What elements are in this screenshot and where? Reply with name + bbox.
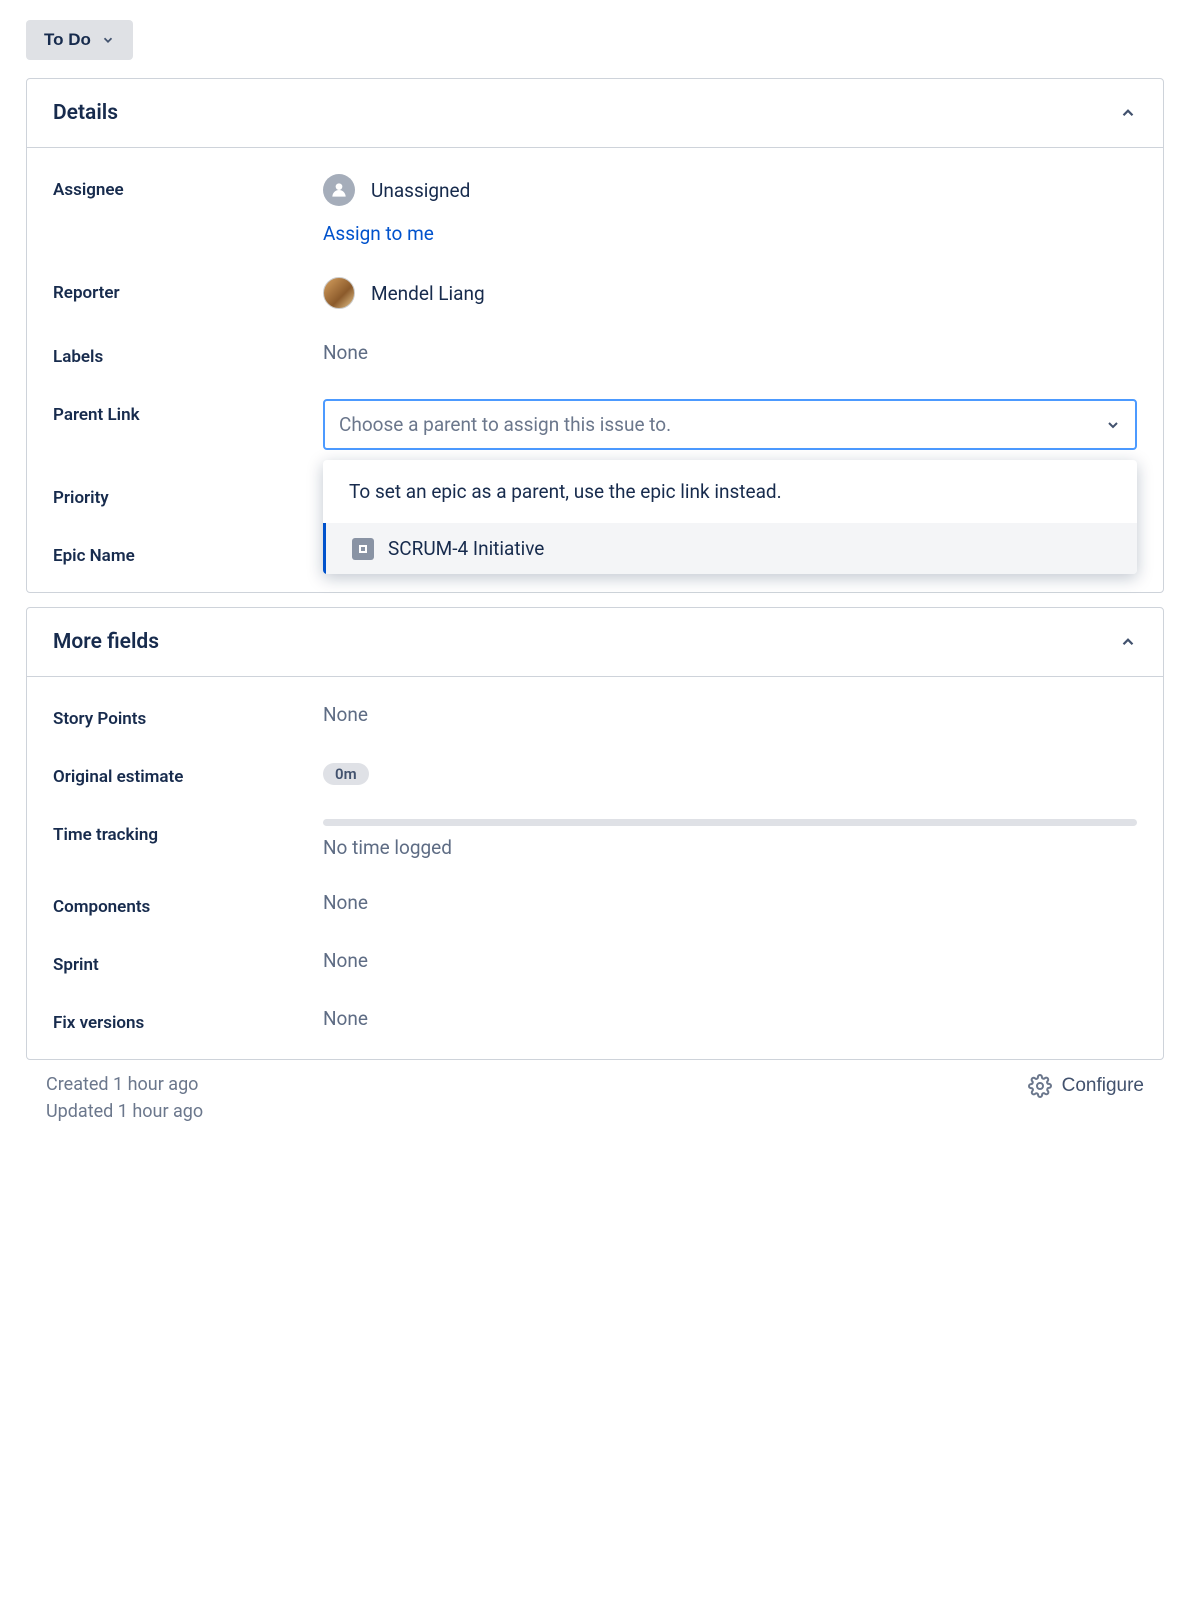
chevron-up-icon <box>1119 633 1137 651</box>
time-tracking-row: Time tracking No time logged <box>27 803 1163 875</box>
time-tracking-value: No time logged <box>323 836 452 859</box>
configure-label: Configure <box>1062 1075 1144 1097</box>
fix-versions-value[interactable]: None <box>323 1007 1137 1030</box>
priority-label: Priority <box>53 482 323 508</box>
original-estimate-value: 0m <box>323 763 369 785</box>
reporter-label: Reporter <box>53 277 323 303</box>
more-fields-panel: More fields Story Points None Original e… <box>26 607 1164 1060</box>
reporter-row: Reporter Mendel Liang <box>27 261 1163 325</box>
time-tracking-cell[interactable]: No time logged <box>323 819 1137 859</box>
more-fields-panel-header[interactable]: More fields <box>27 608 1163 677</box>
original-estimate-cell[interactable]: 0m <box>323 761 1137 785</box>
parent-link-placeholder: Choose a parent to assign this issue to. <box>339 413 671 436</box>
assignee-display[interactable]: Unassigned <box>323 174 1137 206</box>
reporter-display[interactable]: Mendel Liang <box>323 277 1137 309</box>
gear-icon <box>1028 1074 1052 1098</box>
person-icon <box>323 174 355 206</box>
parent-link-value-cell: Choose a parent to assign this issue to.… <box>323 399 1137 450</box>
reporter-value-cell: Mendel Liang <box>323 277 1137 309</box>
parent-link-row: Parent Link Choose a parent to assign th… <box>27 383 1163 466</box>
updated-timestamp: Updated 1 hour ago <box>46 1101 203 1122</box>
time-tracking-bar <box>323 819 1137 826</box>
avatar <box>323 277 355 309</box>
labels-value[interactable]: None <box>323 341 1137 364</box>
original-estimate-row: Original estimate 0m <box>27 745 1163 803</box>
chevron-down-icon <box>101 33 115 47</box>
created-timestamp: Created 1 hour ago <box>46 1074 203 1095</box>
details-panel: Details Assignee Unassigned Assign to me… <box>26 78 1164 593</box>
parent-link-menu: To set an epic as a parent, use the epic… <box>323 460 1137 574</box>
details-panel-title: Details <box>53 101 118 125</box>
assignee-value-cell: Unassigned Assign to me <box>323 174 1137 245</box>
more-fields-panel-title: More fields <box>53 630 159 654</box>
time-tracking-label: Time tracking <box>53 819 323 845</box>
footer-timestamps: Created 1 hour ago Updated 1 hour ago <box>46 1074 203 1128</box>
parent-link-option[interactable]: SCRUM-4 Initiative <box>323 523 1137 574</box>
labels-row: Labels None <box>27 325 1163 383</box>
chevron-up-icon <box>1119 104 1137 122</box>
reporter-value: Mendel Liang <box>371 282 485 305</box>
components-row: Components None <box>27 875 1163 933</box>
parent-link-label: Parent Link <box>53 399 323 425</box>
original-estimate-label: Original estimate <box>53 761 323 787</box>
epic-name-label: Epic Name <box>53 540 323 566</box>
assign-to-me-link[interactable]: Assign to me <box>323 222 434 245</box>
chevron-down-icon <box>1105 417 1121 433</box>
labels-label: Labels <box>53 341 323 367</box>
assignee-row: Assignee Unassigned Assign to me <box>27 148 1163 261</box>
parent-link-option-label: SCRUM-4 Initiative <box>388 537 544 560</box>
footer: Created 1 hour ago Updated 1 hour ago Co… <box>46 1074 1144 1128</box>
initiative-icon <box>352 538 374 560</box>
assignee-label: Assignee <box>53 174 323 200</box>
status-label: To Do <box>44 30 91 50</box>
configure-button[interactable]: Configure <box>1028 1074 1144 1098</box>
parent-link-dropdown[interactable]: Choose a parent to assign this issue to. <box>323 399 1137 450</box>
fix-versions-row: Fix versions None <box>27 991 1163 1059</box>
sprint-label: Sprint <box>53 949 323 975</box>
sprint-row: Sprint None <box>27 933 1163 991</box>
sprint-value[interactable]: None <box>323 949 1137 972</box>
components-value[interactable]: None <box>323 891 1137 914</box>
assignee-value: Unassigned <box>371 179 470 202</box>
fix-versions-label: Fix versions <box>53 1007 323 1033</box>
story-points-label: Story Points <box>53 703 323 729</box>
details-panel-header[interactable]: Details <box>27 79 1163 148</box>
status-dropdown[interactable]: To Do <box>26 20 133 60</box>
components-label: Components <box>53 891 323 917</box>
story-points-row: Story Points None <box>27 677 1163 745</box>
story-points-value[interactable]: None <box>323 703 1137 726</box>
parent-link-hint: To set an epic as a parent, use the epic… <box>323 460 1137 523</box>
